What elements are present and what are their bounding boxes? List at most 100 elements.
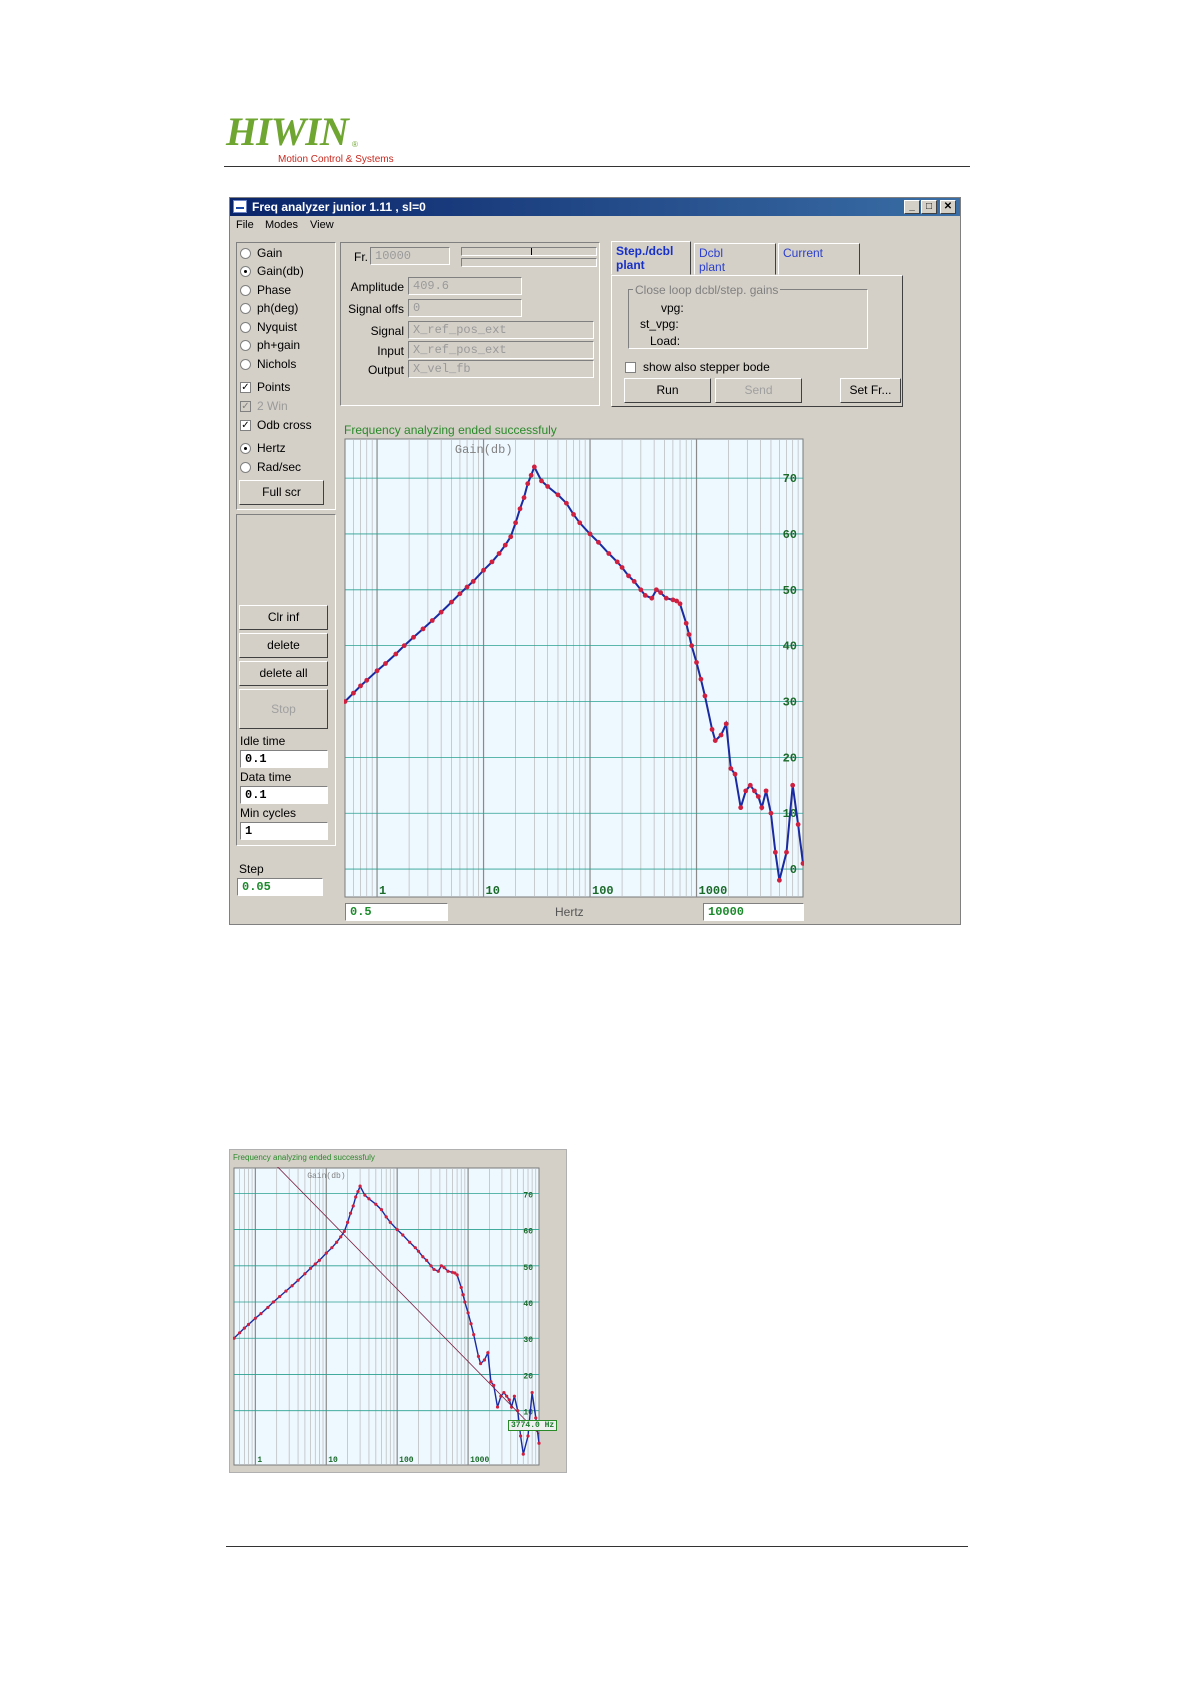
tab-step-dcbl-plant[interactable]: Step./dcbl plant: [611, 241, 691, 275]
data-point: [486, 1351, 490, 1355]
data-point: [342, 1229, 346, 1233]
xmin-input[interactable]: 0.5: [345, 903, 448, 921]
data-point: [539, 478, 544, 484]
data-point: [732, 771, 738, 777]
data-point: [466, 1311, 470, 1315]
maximize-icon[interactable]: □: [921, 200, 937, 214]
radio-gain-db[interactable]: [240, 266, 251, 277]
frequency-slider[interactable]: [461, 247, 597, 256]
plot-title: Gain(db): [455, 443, 513, 457]
data-point: [358, 1184, 362, 1188]
data-point: [638, 587, 644, 593]
step-input[interactable]: 0.05: [237, 878, 323, 896]
data-point: [363, 1193, 367, 1197]
close-icon[interactable]: ✕: [940, 200, 956, 214]
delete-button[interactable]: delete: [239, 633, 328, 658]
data-point: [259, 1312, 263, 1316]
radio-nichols[interactable]: [240, 359, 251, 370]
data-point: [712, 738, 718, 744]
cursor-frequency-label: 3774.0 Hz: [508, 1420, 558, 1431]
data-point: [683, 620, 689, 626]
y-tick-label: 50: [523, 1264, 533, 1273]
st-vpg-label: st_vpg:: [640, 317, 679, 331]
y-tick-label: 30: [523, 1336, 533, 1345]
data-point: [401, 1233, 405, 1237]
registered-mark: ®: [352, 140, 358, 149]
data-point: [776, 877, 782, 883]
radio-hertz[interactable]: [240, 443, 251, 454]
data-point: [537, 1441, 541, 1445]
data-time-input[interactable]: 0.1: [240, 786, 328, 804]
menu-file[interactable]: File: [236, 219, 254, 231]
title-bar[interactable]: Freq analyzer junior 1.11 , sl=0 _ □ ✕: [230, 198, 960, 216]
data-point: [772, 849, 778, 855]
signal-offs-input: 0: [408, 299, 522, 317]
delete-all-button[interactable]: delete all: [239, 661, 328, 686]
y-tick-label: 60: [523, 1228, 533, 1237]
radio-gain[interactable]: [240, 248, 251, 259]
vpg-label: vpg:: [661, 301, 684, 315]
radio-nyquist[interactable]: [240, 322, 251, 333]
minimize-icon[interactable]: _: [904, 200, 920, 214]
radio-gain-db-label: Gain(db): [257, 264, 304, 278]
radio-ph-gain-label: ph+gain: [257, 338, 301, 352]
load-label: Load:: [650, 334, 681, 348]
tab-current[interactable]: Current: [778, 243, 860, 275]
data-point: [356, 1189, 360, 1194]
menu-view[interactable]: View: [310, 219, 334, 231]
checkbox-points[interactable]: ✓: [240, 382, 251, 393]
tab-dcbl-plant[interactable]: Dcbl plant: [694, 243, 776, 275]
clr-inf-button[interactable]: Clr inf: [239, 605, 328, 630]
data-point: [502, 542, 508, 548]
x-tick-label: 1: [379, 884, 386, 898]
data-point: [521, 495, 527, 501]
data-point: [278, 1294, 282, 1299]
gain-plot[interactable]: 0102030405060701 10 100 1000Gain(db): [344, 438, 804, 898]
detail-gain-plot: 10 20 30 40 50 60 70 1 10 100 1000 Gain(db): [233, 1167, 541, 1466]
idle-time-input[interactable]: 0.1: [240, 750, 328, 768]
data-point: [324, 1251, 328, 1255]
data-point: [383, 661, 388, 666]
radio-ph-gain[interactable]: [240, 340, 251, 351]
data-point: [606, 551, 612, 556]
freq-analyzer-window: Freq analyzer junior 1.11 , sl=0 _ □ ✕ F…: [229, 197, 961, 925]
data-point: [476, 1354, 481, 1358]
radio-ph-deg[interactable]: [240, 303, 251, 314]
data-point: [379, 1208, 384, 1212]
radio-rad-sec[interactable]: [240, 462, 251, 473]
full-scr-button[interactable]: Full scr: [239, 480, 324, 505]
data-point: [416, 1249, 421, 1253]
set-fr-button[interactable]: Set Fr...: [840, 378, 901, 403]
data-point: [242, 1326, 246, 1330]
checkbox-odb-cross[interactable]: ✓: [240, 420, 251, 431]
radio-phase[interactable]: [240, 285, 251, 296]
menu-modes[interactable]: Modes: [265, 219, 298, 231]
data-point: [759, 805, 765, 811]
data-point: [545, 484, 551, 489]
data-point: [495, 1405, 500, 1409]
slider-thumb[interactable]: [531, 248, 532, 255]
data-point: [457, 591, 463, 597]
radio-phase-label: Phase: [257, 283, 292, 297]
footer-divider: [226, 1546, 968, 1547]
checkbox-stepper-bode[interactable]: [625, 362, 636, 373]
min-cycles-input[interactable]: 1: [240, 822, 328, 840]
xmax-input[interactable]: 10000: [703, 903, 804, 921]
data-point: [528, 472, 534, 478]
y-tick-label: 60: [783, 528, 797, 542]
data-point: [290, 1284, 294, 1288]
data-point: [439, 1264, 443, 1268]
data-point: [752, 788, 757, 794]
data-point: [784, 849, 789, 855]
data-point: [663, 595, 669, 601]
y-tick-label: 70: [783, 472, 797, 486]
run-button[interactable]: Run: [624, 378, 711, 403]
data-point: [489, 1380, 493, 1384]
data-point: [577, 520, 583, 526]
x-unit-label: Hertz: [555, 905, 584, 919]
tab-step-dcbl-plant-line1: Step./dcbl: [616, 244, 674, 258]
signal-select: X_ref_pos_ext: [408, 321, 594, 339]
data-point: [768, 810, 774, 816]
checkbox-2win: ✓: [240, 401, 251, 412]
data-point: [526, 1434, 530, 1438]
